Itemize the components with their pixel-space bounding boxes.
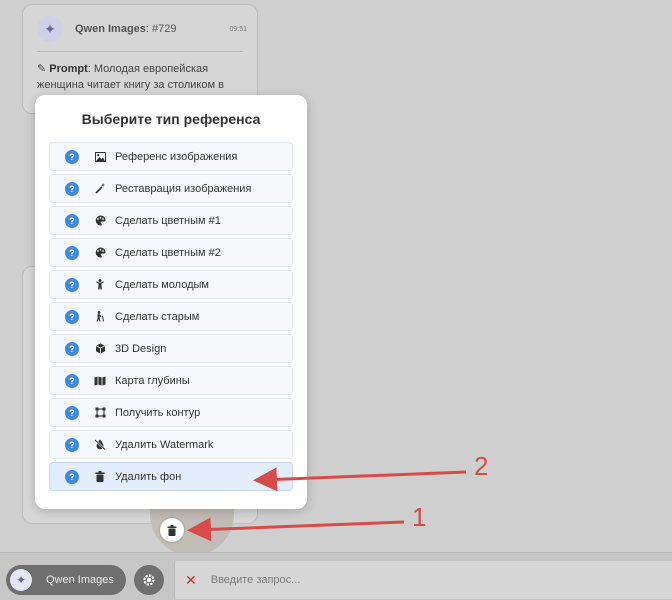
message-number: : #729 (145, 23, 177, 35)
reference-option-label: Удалить Watermark (115, 438, 214, 451)
help-icon[interactable]: ? (65, 213, 79, 228)
reference-option-label: Сделать цветным #2 (115, 246, 221, 259)
child-icon (93, 279, 107, 290)
qwen-logo-icon: ✦ (10, 569, 32, 591)
reference-option[interactable]: ? Удалить фон (49, 462, 293, 491)
map-icon (93, 376, 107, 386)
reference-option[interactable]: ? Удалить Watermark (49, 430, 293, 459)
help-icon[interactable]: ? (65, 245, 79, 260)
reference-option-list: ? Референс изображения? Реставрация изобра… (49, 142, 293, 494)
help-icon[interactable]: ? (65, 405, 79, 420)
reference-option[interactable]: ? Получить контур (49, 398, 293, 427)
annotation-label-1: 1 (412, 502, 427, 532)
reference-option[interactable]: ? Реставрация изображения (49, 174, 293, 203)
reference-option-label: Удалить фон (115, 470, 182, 483)
annotation-label-2: 2 (474, 451, 489, 481)
tint-slash-icon (93, 439, 107, 450)
model-selector-button[interactable]: ✦ Qwen Images (6, 565, 126, 595)
magic-wand-icon (93, 183, 107, 194)
prompt-label: Prompt (49, 63, 88, 75)
reference-option[interactable]: ? Сделать цветным #2 (49, 238, 293, 267)
pencil-icon: ✎ (37, 63, 47, 75)
bot-name: Qwen Images: #729 (75, 23, 177, 35)
qwen-logo-icon: ✦ (37, 16, 63, 42)
prompt-input[interactable] (210, 574, 611, 586)
divider (37, 51, 243, 52)
help-icon[interactable]: ? (65, 277, 79, 292)
reference-option-label: Сделать молодым (115, 278, 209, 291)
cube-icon (93, 343, 107, 354)
reference-option-label: Реставрация изображения (115, 182, 252, 195)
message-header: ✦ Qwen Images: #729 09:51 (37, 15, 247, 43)
reference-type-modal: Выберите тип референса ? Референс изображ… (35, 95, 307, 509)
help-icon[interactable]: ? (65, 181, 79, 196)
reference-option-label: Карта глубины (115, 374, 190, 387)
reference-option[interactable]: ? Референс изображения (49, 142, 293, 171)
help-icon[interactable]: ? (65, 149, 79, 164)
remove-reference-button[interactable] (160, 518, 184, 542)
image-icon (93, 151, 107, 162)
reference-option-label: Сделать цветным #1 (115, 214, 221, 227)
reference-option[interactable]: ? Сделать старым (49, 302, 293, 331)
reference-option[interactable]: ? Сделать цветным #1 (49, 206, 293, 235)
clear-icon[interactable]: ✕ (185, 572, 197, 589)
gear-icon (143, 574, 155, 586)
bottom-bar: ✦ Qwen Images ✕ (0, 552, 672, 600)
help-icon[interactable]: ? (65, 341, 79, 356)
prompt-input-container: ✕ (174, 561, 672, 599)
reference-option[interactable]: ? Сделать молодым (49, 270, 293, 299)
reference-option-label: Сделать старым (115, 310, 200, 323)
palette-icon (93, 247, 107, 258)
reference-option-label: 3D Design (115, 342, 167, 355)
help-icon[interactable]: ? (65, 373, 79, 388)
help-icon[interactable]: ? (65, 309, 79, 324)
prompt-text: ✎ Prompt: Молодая европейская женщина чи… (37, 61, 245, 93)
help-icon[interactable]: ? (65, 469, 79, 484)
reference-option[interactable]: ? Карта глубины (49, 366, 293, 395)
reference-option-label: Получить контур (115, 406, 201, 419)
reference-option[interactable]: ? 3D Design (49, 334, 293, 363)
reference-option-label: Референс изображения (115, 150, 238, 163)
help-icon[interactable]: ? (65, 437, 79, 452)
model-name: Qwen Images (46, 574, 114, 586)
trash-icon (93, 471, 107, 482)
palette-icon (93, 215, 107, 226)
message-time: 09:51 (229, 25, 247, 33)
elderly-person-icon (93, 311, 107, 322)
vector-square-icon (93, 407, 107, 418)
modal-title: Выберите тип референса (81, 111, 261, 127)
settings-button[interactable] (134, 565, 164, 595)
trash-icon (167, 524, 177, 536)
